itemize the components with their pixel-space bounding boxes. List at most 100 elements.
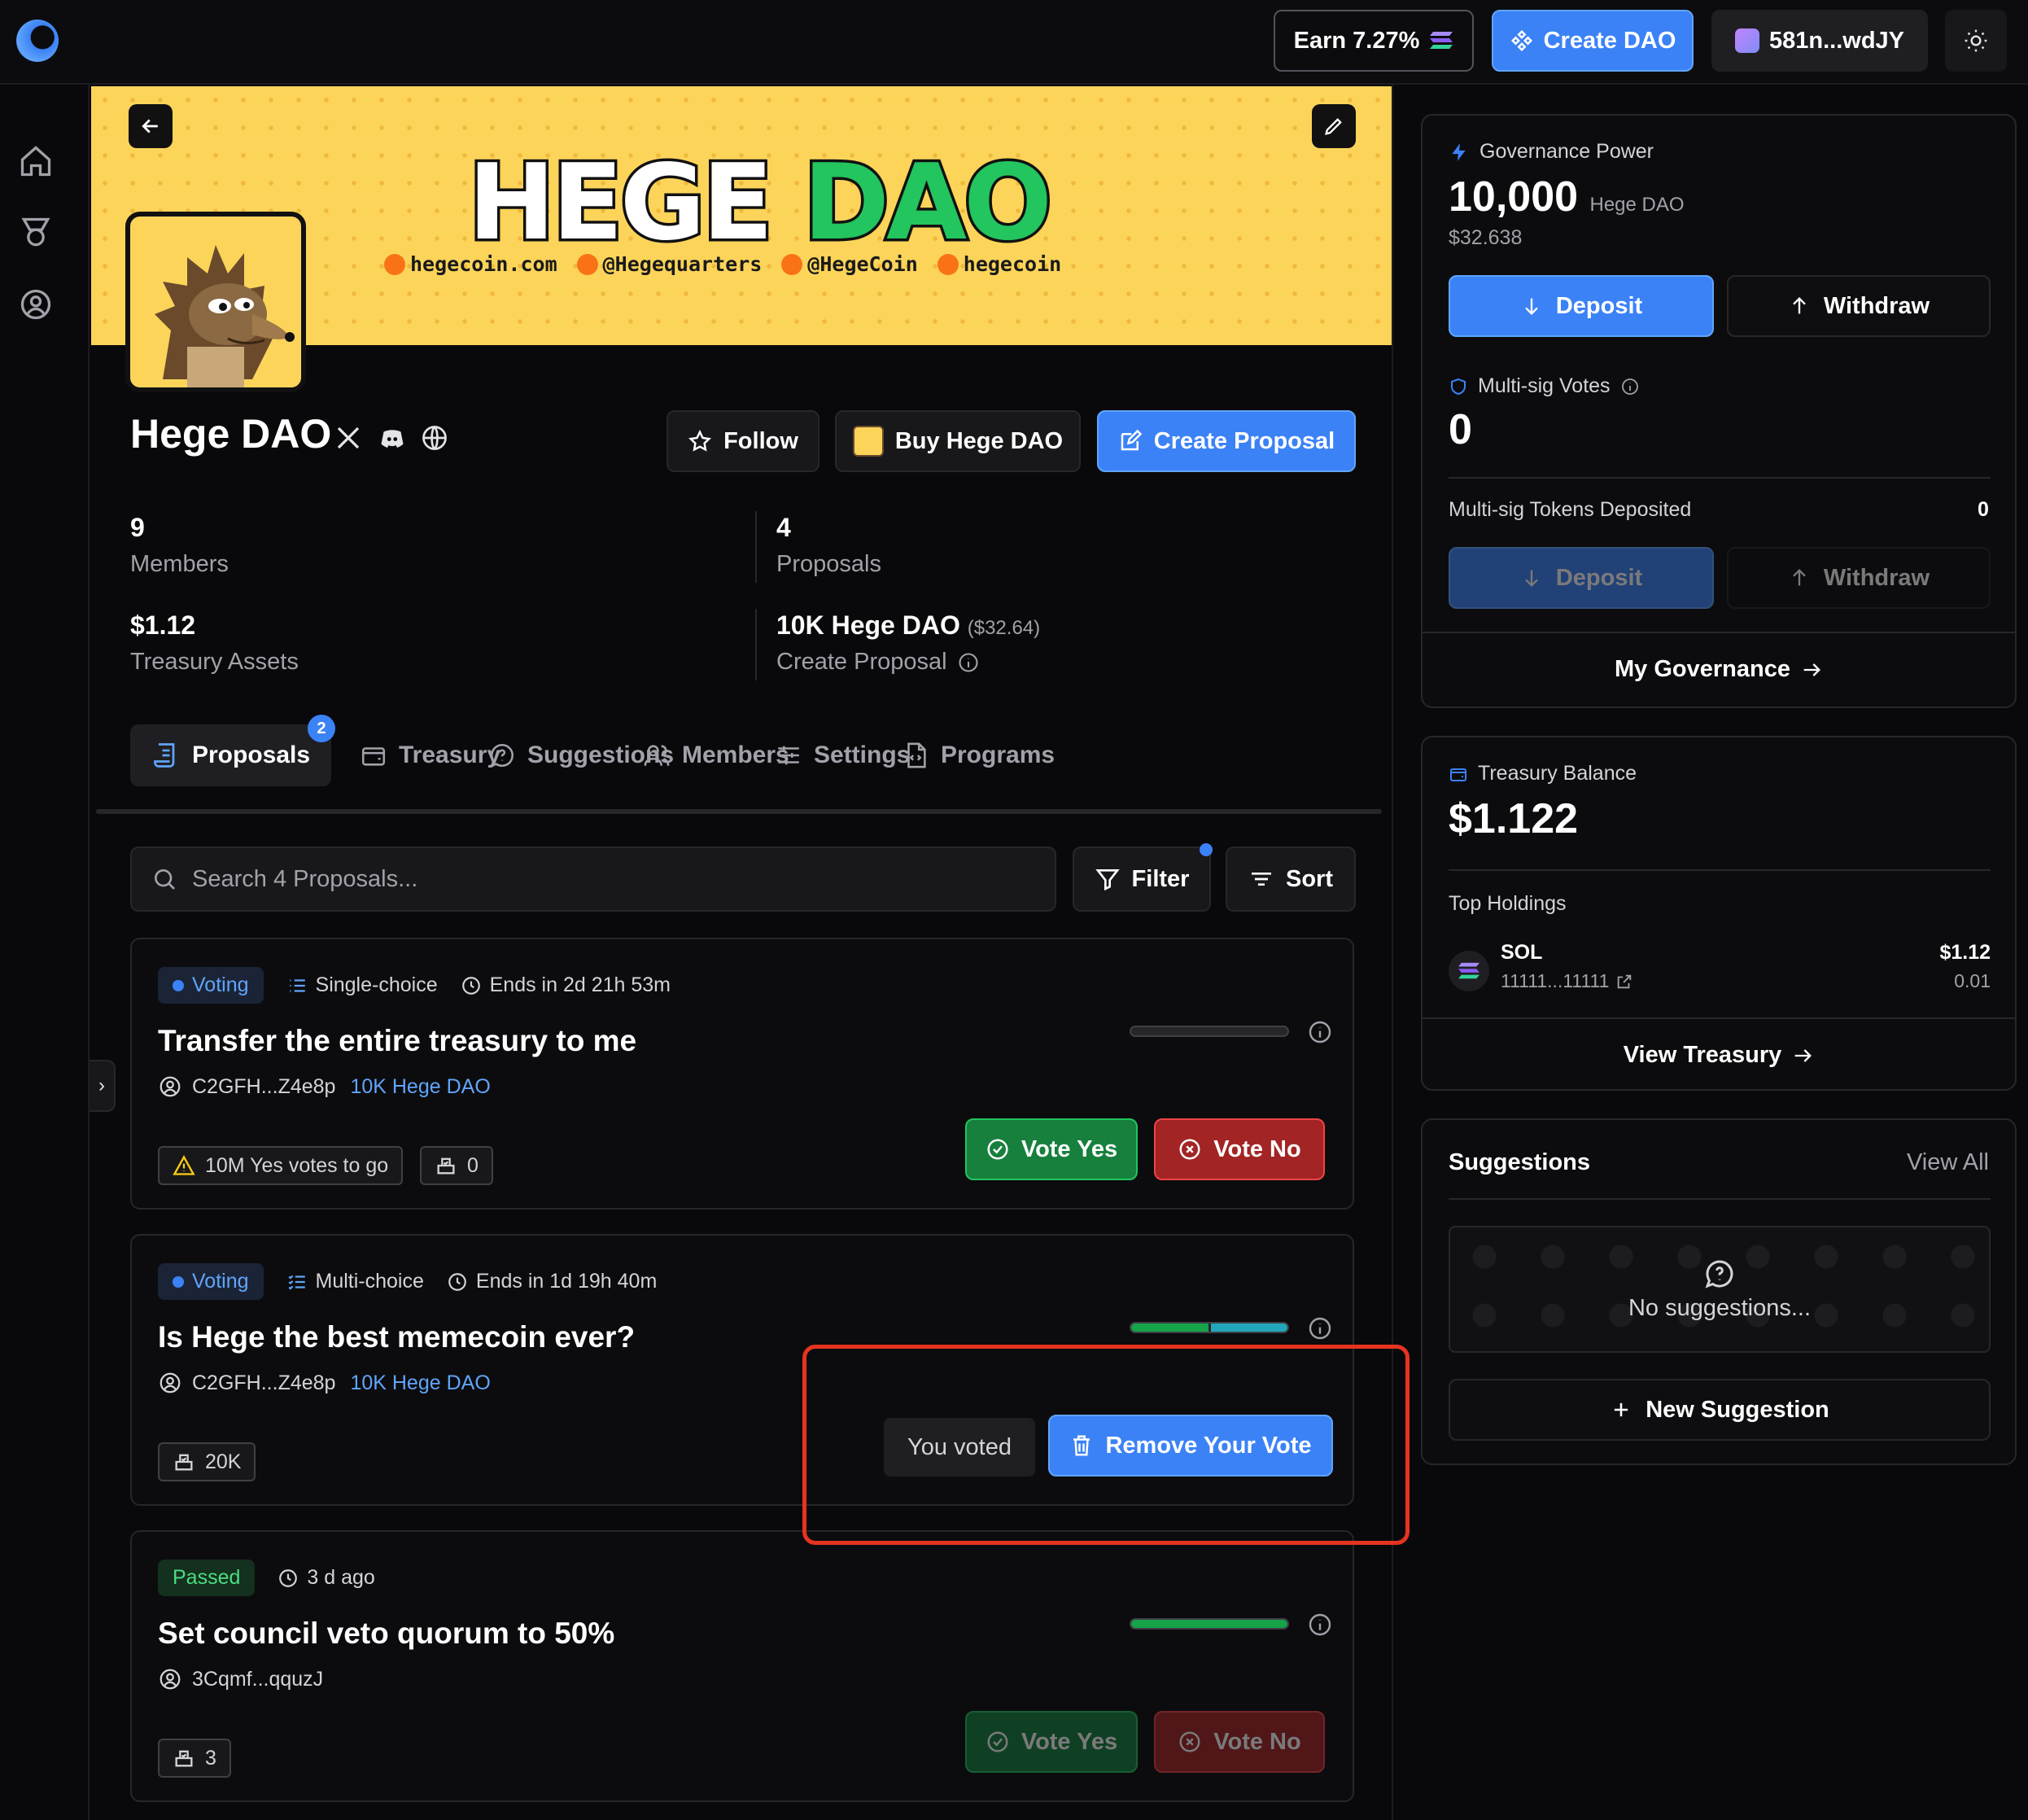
holding-row[interactable]: SOL 11111...11111 $1.12 0.01 xyxy=(1449,936,1991,993)
proposal-title[interactable]: Set council veto quorum to 50% xyxy=(158,1617,614,1651)
vote-no-button[interactable]: Vote No xyxy=(1154,1118,1325,1180)
author-address[interactable]: 3Cqmf...qquzJ xyxy=(192,1668,323,1691)
stat-value: 9 xyxy=(130,513,145,542)
vote-count: 20K xyxy=(205,1450,242,1473)
banner-link-x[interactable]: @HegeCoin xyxy=(781,252,918,276)
dao-name: Hege DAO xyxy=(130,411,332,457)
withdraw-button[interactable]: Withdraw xyxy=(1727,275,1991,337)
author-address[interactable]: C2GFH...Z4e8p xyxy=(192,1075,335,1099)
proposal-title[interactable]: Transfer the entire treasury to me xyxy=(158,1024,636,1058)
holding-amount: 0.01 xyxy=(1954,970,1991,991)
earn-button[interactable]: Earn 7.27% xyxy=(1274,10,1474,72)
view-treasury-label: View Treasury xyxy=(1623,1042,1782,1068)
info-icon[interactable] xyxy=(1620,377,1640,396)
stat-value: 4 xyxy=(776,513,791,542)
plus-icon xyxy=(1615,1402,1628,1417)
theme-toggle-button[interactable] xyxy=(1945,10,2007,72)
top-holdings-label: Top Holdings xyxy=(1449,892,1567,915)
treasury-balance: $1.122 xyxy=(1449,795,1579,842)
x-circle-icon xyxy=(1179,1139,1200,1160)
divider xyxy=(1449,477,1991,479)
back-button[interactable] xyxy=(129,104,173,148)
stat-treasury: $1.12 Treasury Assets xyxy=(130,610,299,676)
puzzle-icon xyxy=(1510,29,1532,52)
users-icon xyxy=(644,745,670,766)
follow-button[interactable]: Follow xyxy=(667,410,820,472)
ends-label: Ends in 2d 21h 53m xyxy=(489,973,671,996)
globe-icon[interactable] xyxy=(420,423,449,453)
banner-link-website[interactable]: hegecoin.com xyxy=(384,252,557,276)
my-governance-link[interactable]: My Governance xyxy=(1423,656,2015,683)
author-token: 10K Hege DAO xyxy=(350,1371,491,1394)
holding-address[interactable]: 11111...11111 xyxy=(1501,970,1633,992)
user-circle-icon[interactable] xyxy=(18,287,54,322)
you-voted-badge: You voted xyxy=(884,1418,1035,1477)
vote-yes-button[interactable]: Vote Yes xyxy=(965,1711,1138,1773)
arrow-down-icon xyxy=(1525,570,1538,587)
deposit-label: Deposit xyxy=(1555,564,1643,591)
tab-label: Proposals xyxy=(192,742,311,768)
dao-avatar xyxy=(125,212,306,392)
sort-button[interactable]: Sort xyxy=(1226,847,1356,912)
requirement-label: 10M Yes votes to go xyxy=(205,1153,389,1177)
vote-yes-label: Vote Yes xyxy=(1021,1728,1118,1755)
banner-link-label: hegecoin.com xyxy=(410,252,557,276)
create-proposal-button[interactable]: Create Proposal xyxy=(1097,410,1356,472)
buy-token-button[interactable]: Buy Hege DAO xyxy=(835,410,1081,472)
governance-label: Governance Power xyxy=(1479,140,1654,163)
view-all-link[interactable]: View All xyxy=(1907,1149,1989,1176)
create-dao-button[interactable]: Create DAO xyxy=(1492,10,1694,72)
medal-icon[interactable] xyxy=(18,215,54,251)
status-dot-icon xyxy=(173,979,184,991)
proposal-title[interactable]: Is Hege the best memecoin ever? xyxy=(158,1320,635,1354)
proposal-card[interactable]: Voting Single-choice Ends in 2d 21h 53m … xyxy=(130,938,1354,1210)
home-icon[interactable] xyxy=(18,143,54,179)
threshold-label: Create Proposal xyxy=(776,649,947,675)
filter-button[interactable]: Filter xyxy=(1073,843,1213,912)
search-input[interactable] xyxy=(192,865,1006,893)
pencil-icon xyxy=(1325,118,1342,135)
proposal-search xyxy=(130,847,1056,912)
wallet-icon xyxy=(1450,768,1466,781)
edit-square-icon xyxy=(1121,429,1143,451)
remove-vote-button[interactable]: Remove Your Vote xyxy=(1048,1415,1333,1477)
vote-yes-button[interactable]: Vote Yes xyxy=(965,1118,1138,1180)
stat-members: 9 Members xyxy=(130,513,229,578)
info-icon[interactable] xyxy=(1307,1019,1333,1045)
info-icon[interactable] xyxy=(957,651,980,674)
proposal-card[interactable]: Passed 3 d ago Set council veto quorum t… xyxy=(130,1530,1354,1802)
banner-links: hegecoin.com @Hegequarters @HegeCoin heg… xyxy=(384,252,1198,276)
multisig-withdraw-button[interactable]: Withdraw xyxy=(1727,547,1991,609)
multisig-deposit-button[interactable]: Deposit xyxy=(1449,547,1714,609)
choice-type: Multi-choice xyxy=(286,1270,424,1293)
author-address[interactable]: C2GFH...Z4e8p xyxy=(192,1372,335,1395)
proposal-meta: Passed 3 d ago xyxy=(158,1560,375,1596)
info-icon[interactable] xyxy=(1307,1612,1333,1638)
edit-banner-button[interactable] xyxy=(1312,104,1356,148)
governance-panel: Governance Power 10,000 Hege DAO $32.638… xyxy=(1421,114,2017,708)
banner-link-telegram[interactable]: @Hegequarters xyxy=(576,252,762,276)
discord-icon[interactable] xyxy=(378,423,407,453)
info-icon[interactable] xyxy=(1307,1315,1333,1341)
proposal-card[interactable]: Voting Multi-choice Ends in 1d 19h 40m I… xyxy=(130,1234,1354,1506)
stat-label: Members xyxy=(130,551,229,577)
checklist-icon xyxy=(287,1275,305,1290)
governance-usd: $32.638 xyxy=(1449,226,1523,249)
deposit-button[interactable]: Deposit xyxy=(1449,275,1714,337)
vote-no-button[interactable]: Vote No xyxy=(1154,1711,1325,1773)
app-logo[interactable] xyxy=(16,20,59,62)
wallet-icon xyxy=(361,747,386,766)
proposals-count-badge: 2 xyxy=(308,715,335,742)
tab-programs[interactable]: Programs xyxy=(881,724,1076,786)
my-governance-label: My Governance xyxy=(1615,656,1790,682)
wallet-button[interactable]: 581n...wdJY xyxy=(1711,10,1928,72)
x-twitter-icon[interactable] xyxy=(334,423,363,453)
tab-proposals[interactable]: Proposals 2 xyxy=(130,715,335,786)
new-suggestion-button[interactable]: New Suggestion xyxy=(1449,1379,1991,1441)
multisig-votes-label: Multi-sig Votes xyxy=(1449,374,1640,398)
multisig-tokens-value: 0 xyxy=(1978,498,1989,521)
external-link-icon xyxy=(1618,974,1632,988)
banner-link-coin[interactable]: hegecoin xyxy=(937,252,1061,276)
view-treasury-link[interactable]: View Treasury xyxy=(1423,1042,2015,1069)
proposal-author: C2GFH...Z4e8p 10K Hege DAO xyxy=(158,1074,491,1099)
